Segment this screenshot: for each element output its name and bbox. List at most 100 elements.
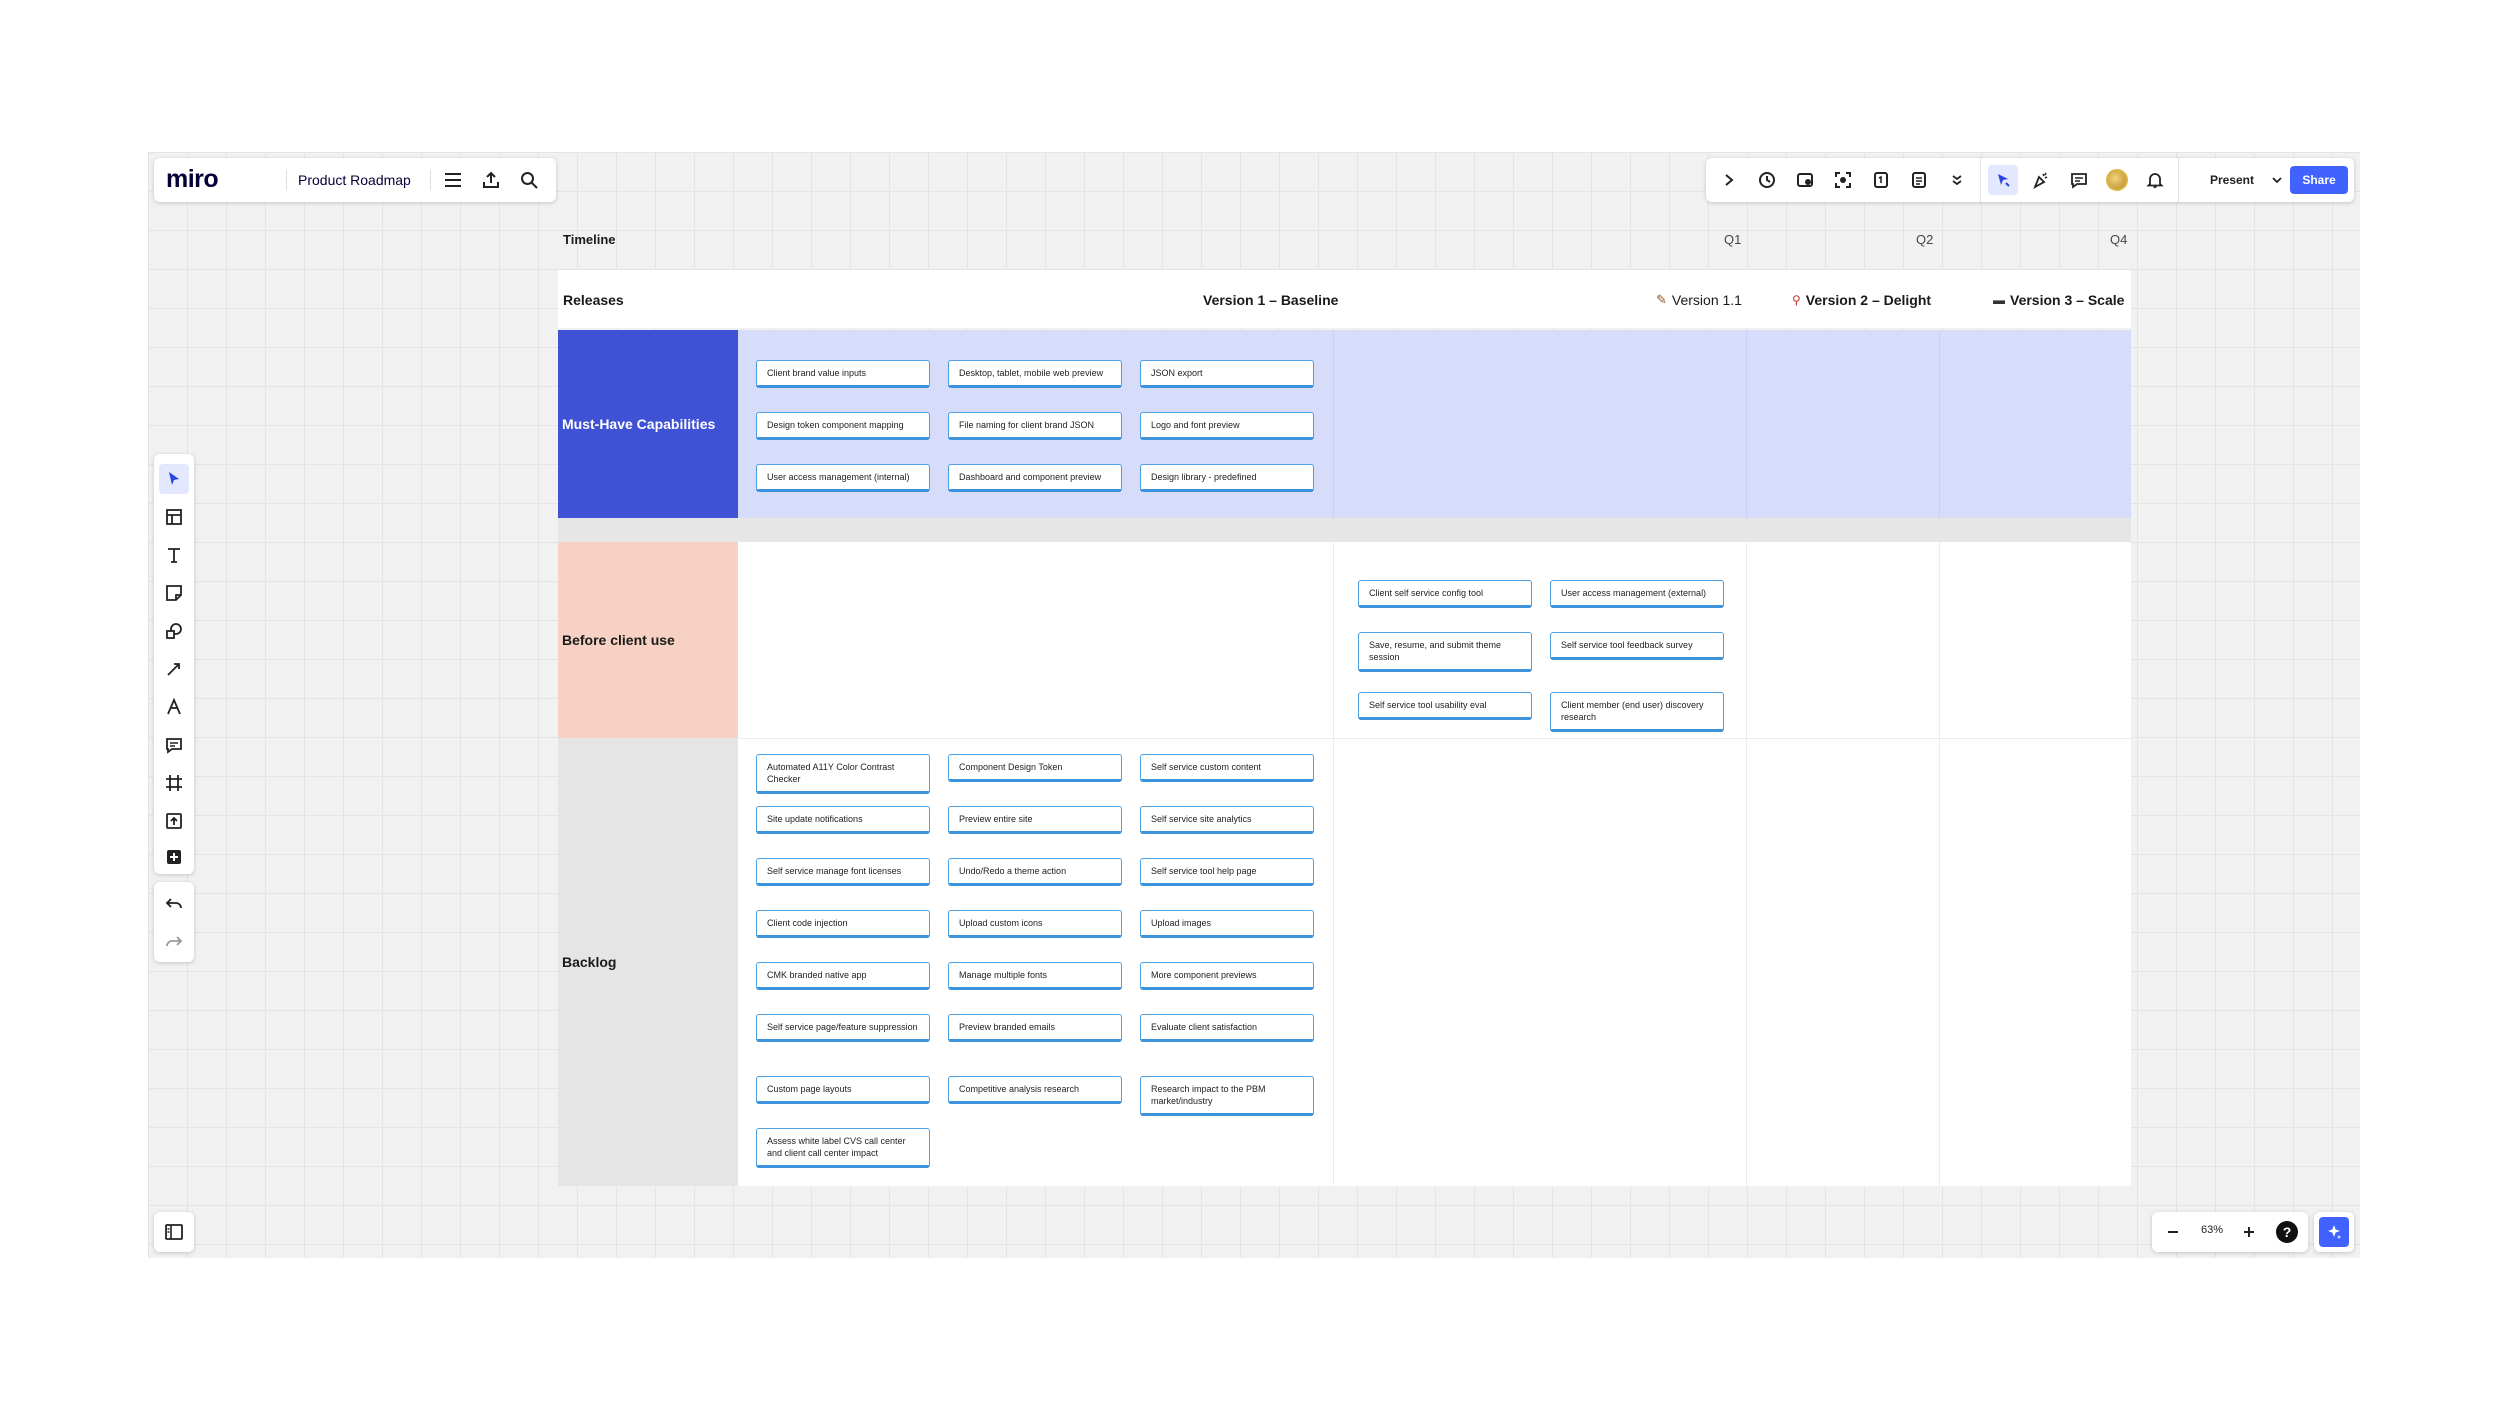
roadmap-card[interactable]: Upload custom icons — [948, 910, 1122, 938]
connection-line-icon[interactable] — [159, 654, 189, 684]
redo-icon[interactable] — [159, 926, 189, 956]
help-icon[interactable]: ? — [2272, 1217, 2302, 1247]
chevron-double-down-icon[interactable] — [1942, 165, 1972, 195]
export-icon[interactable] — [476, 165, 506, 195]
help-glyph: ? — [2276, 1221, 2298, 1243]
must-have-row — [738, 330, 2131, 518]
roadmap-card[interactable]: Research impact to the PBM market/indust… — [1140, 1076, 1314, 1116]
col-divider — [1333, 542, 1334, 1186]
roadmap-card[interactable]: Automated A11Y Color Contrast Checker — [756, 754, 930, 794]
quarter-q2: Q2 — [1916, 232, 1934, 247]
roadmap-card[interactable]: Design library - predefined — [1140, 464, 1314, 492]
bell-icon[interactable] — [2140, 165, 2170, 195]
roadmap-card[interactable]: Preview entire site — [948, 806, 1122, 834]
roadmap-card[interactable]: Client member (end user) discovery resea… — [1550, 692, 1724, 732]
zoom-out-icon[interactable] — [2158, 1217, 2188, 1247]
roadmap-card[interactable]: Desktop, tablet, mobile web preview — [948, 360, 1122, 388]
frame-icon[interactable] — [159, 768, 189, 798]
miro-logo[interactable]: miro — [166, 165, 219, 194]
roadmap-card[interactable]: Self service tool usability eval — [1358, 692, 1532, 720]
row-divider — [738, 738, 2131, 739]
roadmap-card[interactable]: Self service tool help page — [1140, 858, 1314, 886]
roadmap-card[interactable]: CMK branded native app — [756, 962, 930, 990]
reactions-icon[interactable] — [1790, 165, 1820, 195]
voting-icon[interactable] — [1866, 165, 1896, 195]
ai-sparkle-icon[interactable] — [2319, 1217, 2349, 1247]
zoom-level[interactable]: 63% — [2192, 1224, 2232, 1236]
templates-icon[interactable] — [159, 502, 189, 532]
roadmap-card[interactable]: User access management (internal) — [756, 464, 930, 492]
comment-icon[interactable] — [159, 730, 189, 760]
board-header-bar: miro Product Roadmap — [154, 158, 556, 202]
pen-icon[interactable] — [159, 692, 189, 722]
roadmap-card[interactable]: Client brand value inputs — [756, 360, 930, 388]
divider — [430, 170, 431, 190]
roadmap-card[interactable]: Undo/Redo a theme action — [948, 858, 1122, 886]
present-button[interactable]: Present — [2190, 165, 2274, 195]
roadmap-card[interactable]: Save, resume, and submit theme session — [1358, 632, 1532, 672]
col-divider — [1939, 330, 1940, 518]
roadmap-card[interactable]: Evaluate client satisfaction — [1140, 1014, 1314, 1042]
roadmap-card[interactable]: Client self service config tool — [1358, 580, 1532, 608]
timer-icon[interactable] — [1752, 165, 1782, 195]
roadmap-card[interactable]: Manage multiple fonts — [948, 962, 1122, 990]
roadmap-board: Timeline Q1 Q2 Q4 Releases Version 1 – B… — [558, 212, 2131, 1186]
roadmap-card[interactable]: Upload images — [1140, 910, 1314, 938]
roadmap-card[interactable]: Client code injection — [756, 910, 930, 938]
text-tool-icon[interactable] — [159, 540, 189, 570]
roadmap-card[interactable]: Self service page/feature suppression — [756, 1014, 930, 1042]
roadmap-card[interactable]: Custom page layouts — [756, 1076, 930, 1104]
select-tool-icon[interactable] — [159, 464, 189, 494]
chevron-down-icon[interactable] — [2268, 165, 2286, 195]
col-divider — [1333, 330, 1334, 518]
divider — [286, 170, 287, 190]
board-title[interactable]: Product Roadmap — [298, 172, 411, 188]
col-divider — [1746, 330, 1747, 518]
sticky-note-icon[interactable] — [159, 578, 189, 608]
car-icon: ▬ — [1993, 293, 2005, 307]
roadmap-card[interactable]: Self service custom content — [1140, 754, 1314, 782]
zoom-controls: 63% ? — [2152, 1212, 2308, 1252]
roadmap-card[interactable]: Assess white label CVS call center and c… — [756, 1128, 930, 1168]
quarter-q1: Q1 — [1724, 232, 1742, 247]
roadmap-card[interactable]: File naming for client brand JSON — [948, 412, 1122, 440]
screen-capture-icon[interactable] — [1828, 165, 1858, 195]
roadmap-card[interactable]: User access management (external) — [1550, 580, 1724, 608]
roadmap-card[interactable]: JSON export — [1140, 360, 1314, 388]
share-button[interactable]: Share — [2290, 166, 2348, 194]
roadmap-card[interactable]: Competitive analysis research — [948, 1076, 1122, 1104]
roadmap-card[interactable]: Preview branded emails — [948, 1014, 1122, 1042]
creation-toolbar — [154, 454, 194, 874]
undo-icon[interactable] — [159, 888, 189, 918]
releases-label: Releases — [563, 292, 624, 308]
row-spacer — [558, 518, 2131, 542]
celebrate-icon[interactable] — [2026, 165, 2056, 195]
divider — [1980, 158, 1981, 202]
comments-icon[interactable] — [2064, 165, 2094, 195]
search-icon[interactable] — [514, 165, 544, 195]
roadmap-card[interactable]: More component previews — [1140, 962, 1314, 990]
upload-icon[interactable] — [159, 806, 189, 836]
more-apps-icon[interactable] — [159, 842, 189, 872]
notes-icon[interactable] — [1904, 165, 1934, 195]
version-2-header: ⚲ Version 2 – Delight — [1792, 292, 1931, 308]
version-1-label: Version 1 – Baseline — [1203, 292, 1339, 308]
chevron-right-icon[interactable] — [1714, 165, 1744, 195]
roadmap-card[interactable]: Self service manage font licenses — [756, 858, 930, 886]
version-1-1-header: ✎ Version 1.1 — [1656, 292, 1742, 308]
roadmap-card[interactable]: Component Design Token — [948, 754, 1122, 782]
roadmap-card[interactable]: Dashboard and component preview — [948, 464, 1122, 492]
shapes-icon[interactable] — [159, 616, 189, 646]
avatar[interactable] — [2102, 165, 2132, 195]
sidebar-icon[interactable] — [159, 1217, 189, 1247]
cursor-pointer-icon[interactable] — [1988, 165, 2018, 195]
roadmap-card[interactable]: Logo and font preview — [1140, 412, 1314, 440]
roadmap-card[interactable]: Self service tool feedback survey — [1550, 632, 1724, 660]
roadmap-card[interactable]: Site update notifications — [756, 806, 930, 834]
must-have-label: Must-Have Capabilities — [558, 330, 738, 518]
roadmap-card[interactable]: Design token component mapping — [756, 412, 930, 440]
miro-app: Timeline Q1 Q2 Q4 Releases Version 1 – B… — [148, 152, 2360, 1258]
zoom-in-icon[interactable] — [2234, 1217, 2264, 1247]
menu-icon[interactable] — [438, 165, 468, 195]
roadmap-card[interactable]: Self service site analytics — [1140, 806, 1314, 834]
